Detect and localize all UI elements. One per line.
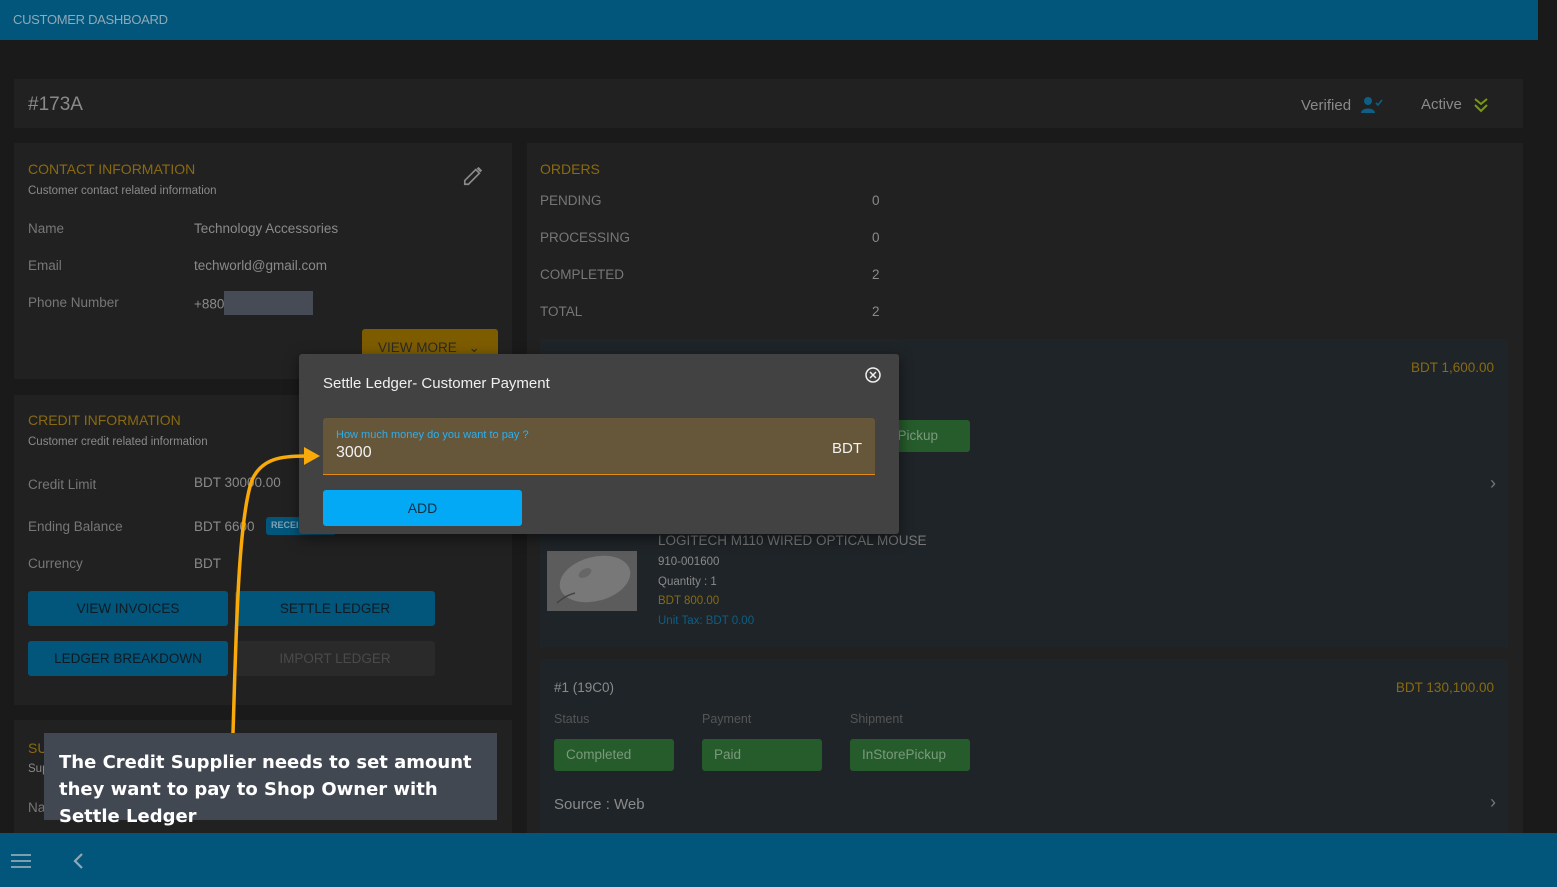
top-app-bar: CUSTOMER DASHBOARD bbox=[0, 0, 1538, 40]
add-button[interactable]: ADD bbox=[323, 490, 522, 526]
email-label: Email bbox=[28, 258, 62, 273]
modal-title: Settle Ledger- Customer Payment bbox=[323, 375, 550, 392]
shipment-pill: InStorePickup bbox=[850, 739, 970, 771]
pending-label: PENDING bbox=[540, 193, 602, 208]
chevron-right-icon[interactable]: › bbox=[1490, 473, 1496, 494]
phone-prefix: +880 bbox=[194, 296, 225, 312]
order-amount: BDT 130,100.00 bbox=[1395, 680, 1494, 695]
close-circle-icon[interactable] bbox=[864, 366, 882, 384]
edit-pencil-icon[interactable] bbox=[462, 165, 484, 187]
verified-user-icon bbox=[1361, 97, 1383, 113]
credit-title: CREDIT INFORMATION bbox=[28, 412, 181, 428]
product-image bbox=[547, 551, 637, 611]
order-id: #1 (19C0) bbox=[554, 680, 615, 695]
view-more-label: VIEW MORE bbox=[378, 340, 457, 355]
phone-value: +880 bbox=[194, 291, 314, 315]
credit-limit-value: BDT 30000.00 bbox=[194, 475, 281, 490]
total-value: 2 bbox=[872, 304, 880, 319]
name-value: Technology Accessories bbox=[194, 221, 339, 236]
contact-subtitle: Customer contact related information bbox=[28, 185, 217, 197]
verified-badge: Verified bbox=[1301, 96, 1383, 114]
email-value: techworld@gmail.com bbox=[194, 258, 327, 273]
product-unit-tax: Unit Tax: BDT 0.00 bbox=[658, 615, 755, 627]
payment-amount-input[interactable] bbox=[336, 444, 786, 462]
annotation-callout: The Credit Supplier needs to set amount … bbox=[44, 733, 497, 827]
status-pill: Completed bbox=[554, 739, 674, 771]
redacted-phone bbox=[224, 291, 314, 315]
chevron-right-icon[interactable]: › bbox=[1490, 792, 1496, 813]
total-label: TOTAL bbox=[540, 304, 583, 319]
contact-information-card: CONTACT INFORMATION Customer contact rel… bbox=[14, 143, 512, 379]
active-badge: Active bbox=[1421, 96, 1490, 113]
phone-label: Phone Number bbox=[28, 295, 119, 310]
completed-label: COMPLETED bbox=[540, 267, 625, 282]
view-invoices-button[interactable]: VIEW INVOICES bbox=[28, 591, 228, 626]
customer-id: #173A bbox=[28, 94, 83, 115]
hamburger-menu-icon[interactable] bbox=[11, 853, 31, 869]
double-check-icon bbox=[1474, 97, 1488, 112]
product-name: LOGITECH M110 WIRED OPTICAL MOUSE bbox=[658, 533, 927, 548]
pending-value: 0 bbox=[872, 193, 880, 208]
payment-header: Payment bbox=[702, 712, 752, 726]
orders-title: ORDERS bbox=[540, 161, 600, 177]
product-sku: 910-001600 bbox=[658, 556, 720, 568]
app-title: CUSTOMER DASHBOARD bbox=[13, 12, 168, 27]
ending-balance-value: BDT 6600 bbox=[194, 519, 255, 534]
processing-value: 0 bbox=[872, 230, 880, 245]
shipment-header: Shipment bbox=[850, 712, 903, 726]
bottom-bar bbox=[0, 833, 1557, 887]
chevron-left-icon[interactable] bbox=[70, 851, 86, 871]
completed-value: 2 bbox=[872, 267, 880, 282]
active-label: Active bbox=[1421, 96, 1462, 113]
import-ledger-button: IMPORT LEDGER bbox=[235, 641, 435, 676]
ledger-breakdown-button[interactable]: LEDGER BREAKDOWN bbox=[28, 641, 228, 676]
settle-ledger-button[interactable]: SETTLE LEDGER bbox=[235, 591, 435, 626]
currency-suffix: BDT bbox=[832, 440, 862, 457]
product-price: BDT 800.00 bbox=[658, 595, 720, 607]
currency-value: BDT bbox=[194, 556, 221, 571]
status-header: Status bbox=[554, 712, 590, 726]
credit-subtitle: Customer credit related information bbox=[28, 436, 208, 448]
product-quantity: Quantity : 1 bbox=[658, 576, 717, 588]
currency-label: Currency bbox=[28, 556, 83, 571]
payment-pill: Paid bbox=[702, 739, 822, 771]
ending-balance-label: Ending Balance bbox=[28, 519, 123, 534]
right-gutter bbox=[1538, 0, 1557, 887]
processing-label: PROCESSING bbox=[540, 230, 631, 245]
order-card[interactable]: #1 (19C0) BDT 130,100.00 Status Payment … bbox=[540, 659, 1508, 849]
verified-label: Verified bbox=[1301, 96, 1352, 114]
order-amount: BDT 1,600.00 bbox=[1410, 360, 1494, 375]
contact-title: CONTACT INFORMATION bbox=[28, 161, 196, 177]
order-source: Source : Web bbox=[554, 796, 645, 813]
settle-ledger-modal: Settle Ledger- Customer Payment How much… bbox=[299, 354, 899, 534]
customer-header: #173A Verified Active bbox=[14, 79, 1523, 128]
credit-limit-label: Credit Limit bbox=[28, 477, 97, 492]
payment-amount-label: How much money do you want to pay ? bbox=[336, 429, 529, 441]
chevron-down-icon: ⌄ bbox=[468, 340, 480, 355]
mouse-image-icon bbox=[547, 551, 637, 611]
payment-amount-field[interactable]: How much money do you want to pay ? BDT bbox=[323, 418, 875, 475]
supplier-row-label: Na bbox=[28, 800, 46, 815]
name-label: Name bbox=[28, 221, 65, 236]
